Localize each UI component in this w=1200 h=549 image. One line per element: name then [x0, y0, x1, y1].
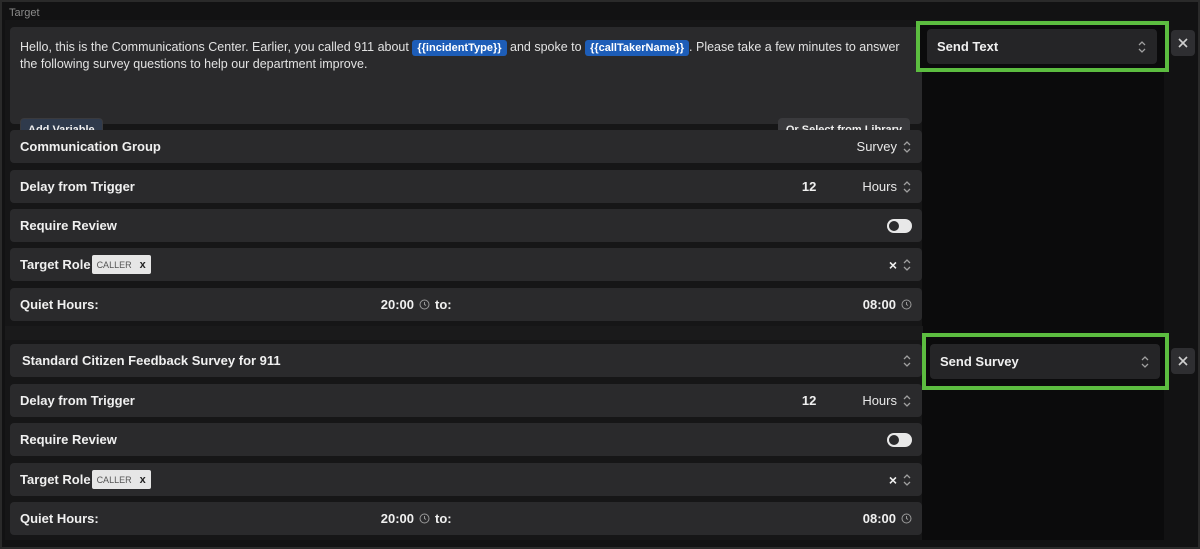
- chevrons-up-down-icon: [1138, 40, 1146, 53]
- chevrons-up-down-icon: [1141, 355, 1149, 368]
- section-label: Target: [9, 7, 40, 19]
- delay-label: Delay from Trigger: [20, 393, 135, 408]
- require-review-label: Require Review: [20, 432, 117, 447]
- role-tag-label: CALLER: [96, 474, 132, 485]
- remove-action-button[interactable]: [1171, 348, 1195, 374]
- delay-value-input[interactable]: 12: [802, 393, 816, 408]
- clock-icon[interactable]: [901, 299, 912, 310]
- message-segment: and spoke to: [510, 40, 582, 54]
- action-type-value: Send Survey: [940, 354, 1019, 369]
- quiet-from-input[interactable]: 20:00: [381, 511, 414, 526]
- quiet-hours-row: Quiet Hours: 20:00 to: 08:00: [10, 288, 922, 321]
- quiet-hours-row: Quiet Hours: 20:00 to: 08:00: [10, 502, 922, 535]
- quiet-hours-label: Quiet Hours:: [20, 511, 99, 526]
- target-role-label: Target Role: [20, 257, 91, 272]
- message-editor[interactable]: Hello, this is the Communications Center…: [10, 27, 922, 141]
- action-highlight: Send Survey: [922, 333, 1169, 390]
- delay-unit-value: Hours: [862, 393, 897, 408]
- send-survey-select[interactable]: Send Survey: [930, 344, 1160, 379]
- send-text-select[interactable]: Send Text: [927, 29, 1157, 64]
- delay-row: Delay from Trigger 12 Hours: [10, 384, 922, 417]
- delay-row: Delay from Trigger 12 Hours: [10, 170, 922, 203]
- remove-tag-icon[interactable]: x: [140, 259, 146, 271]
- clock-icon[interactable]: [901, 513, 912, 524]
- remove-action-button[interactable]: [1171, 30, 1195, 56]
- quiet-to-label: to:: [434, 297, 452, 312]
- communication-group-value: Survey: [856, 139, 897, 154]
- chevrons-up-down-icon: [903, 180, 911, 193]
- require-review-label: Require Review: [20, 218, 117, 233]
- close-icon: [1178, 38, 1188, 48]
- quiet-to-input[interactable]: 08:00: [863, 297, 896, 312]
- variable-chip-call-taker-name[interactable]: {{callTakerName}}: [585, 40, 690, 56]
- chevrons-up-down-icon: [903, 394, 911, 407]
- delay-unit-select[interactable]: Hours: [862, 179, 912, 194]
- clear-roles-icon[interactable]: ×: [889, 257, 897, 273]
- action-highlight: Send Text: [916, 21, 1169, 72]
- quiet-from-input[interactable]: 20:00: [381, 297, 414, 312]
- chevrons-up-down-icon[interactable]: [902, 473, 912, 487]
- require-review-toggle[interactable]: [887, 218, 912, 233]
- role-tag: CALLER x: [91, 255, 151, 274]
- message-segment: Hello, this is the Communications Center…: [20, 40, 409, 54]
- communication-group-row: Communication Group Survey: [10, 130, 922, 163]
- clear-roles-icon[interactable]: ×: [889, 472, 897, 488]
- chevrons-up-down-icon: [903, 140, 911, 153]
- survey-select-row[interactable]: Standard Citizen Feedback Survey for 911: [10, 344, 922, 377]
- variable-chip-incident-type[interactable]: {{incidentType}}: [412, 40, 507, 56]
- block-divider: [5, 326, 923, 340]
- require-review-row: Require Review: [10, 423, 922, 456]
- action-type-value: Send Text: [937, 39, 999, 54]
- message-text[interactable]: Hello, this is the Communications Center…: [10, 27, 922, 72]
- target-role-label: Target Role: [20, 472, 91, 487]
- remove-tag-icon[interactable]: x: [140, 474, 146, 486]
- quiet-to-label: to:: [434, 511, 452, 526]
- delay-unit-select[interactable]: Hours: [862, 393, 912, 408]
- close-icon: [1178, 356, 1188, 366]
- target-role-row: Target Role CALLER x ×: [10, 248, 922, 281]
- role-tag: CALLER x: [91, 470, 151, 489]
- chevrons-up-down-icon[interactable]: [902, 258, 912, 272]
- role-tag-label: CALLER: [96, 259, 132, 270]
- delay-value-input[interactable]: 12: [802, 179, 816, 194]
- communication-group-select[interactable]: Survey: [857, 139, 912, 154]
- target-role-row: Target Role CALLER x ×: [10, 463, 922, 496]
- quiet-to-input[interactable]: 08:00: [863, 511, 896, 526]
- require-review-toggle[interactable]: [887, 432, 912, 447]
- communication-group-label: Communication Group: [20, 139, 161, 154]
- quiet-hours-label: Quiet Hours:: [20, 297, 99, 312]
- clock-icon[interactable]: [419, 513, 430, 524]
- action-column: [922, 22, 1164, 540]
- survey-name: Standard Citizen Feedback Survey for 911: [22, 353, 281, 368]
- chevrons-up-down-icon: [903, 354, 911, 367]
- delay-unit-value: Hours: [862, 179, 897, 194]
- require-review-row: Require Review: [10, 209, 922, 242]
- clock-icon[interactable]: [419, 299, 430, 310]
- delay-label: Delay from Trigger: [20, 179, 135, 194]
